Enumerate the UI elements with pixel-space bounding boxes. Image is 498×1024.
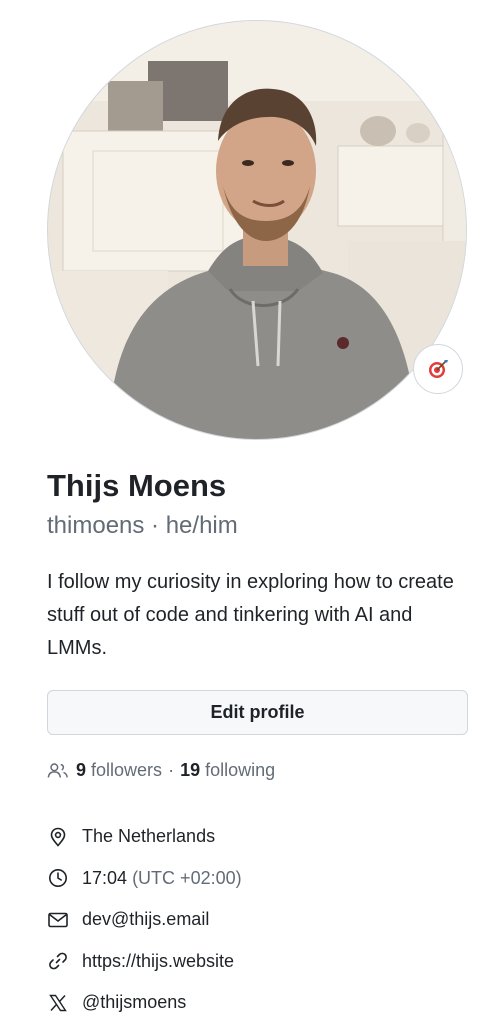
twitter-link[interactable]: @thijsmoens [82, 992, 186, 1013]
people-icon [47, 762, 68, 778]
mail-icon [47, 909, 69, 931]
website-link[interactable]: https://thijs.website [82, 951, 234, 972]
location-text: The Netherlands [82, 826, 216, 847]
avatar[interactable] [47, 20, 467, 440]
location-item: The Netherlands [47, 816, 242, 858]
email-link[interactable]: dev@thijs.email [82, 909, 209, 930]
local-time: 17:04 [82, 867, 128, 888]
following-link[interactable]: 19 following [180, 760, 275, 781]
edit-profile-button[interactable]: Edit profile [47, 690, 468, 735]
x-logo-icon [47, 992, 69, 1014]
clock-icon [47, 867, 69, 889]
website-item: https://thijs.website [47, 941, 242, 983]
link-icon [47, 950, 69, 972]
status-badge[interactable] [413, 344, 463, 394]
twitter-item: @thijsmoens [47, 982, 242, 1024]
location-icon [47, 826, 69, 848]
followers-count: 9 [76, 760, 87, 780]
following-label: following [205, 760, 276, 780]
email-item: dev@thijs.email [47, 899, 242, 941]
profile-details: The Netherlands 17:04 (UTC +02:00) dev@t… [47, 816, 242, 1024]
timezone-offset: (UTC +02:00) [132, 867, 242, 888]
follow-separator: · [168, 760, 175, 780]
local-time-item: 17:04 (UTC +02:00) [47, 858, 242, 900]
profile-login: thimoens · he/him [47, 512, 238, 539]
avatar-photo [48, 21, 466, 439]
profile-bio: I follow my curiosity in exploring how t… [47, 571, 454, 659]
followers-label: followers [91, 760, 163, 780]
avatar-container [47, 20, 467, 440]
following-count: 19 [180, 760, 201, 780]
followers-link[interactable]: 9 followers [47, 760, 162, 781]
dart-target-icon [429, 360, 448, 378]
follow-stats: 9 followers · 19 following [47, 760, 275, 781]
profile-name: Thijs Moens [47, 468, 227, 503]
